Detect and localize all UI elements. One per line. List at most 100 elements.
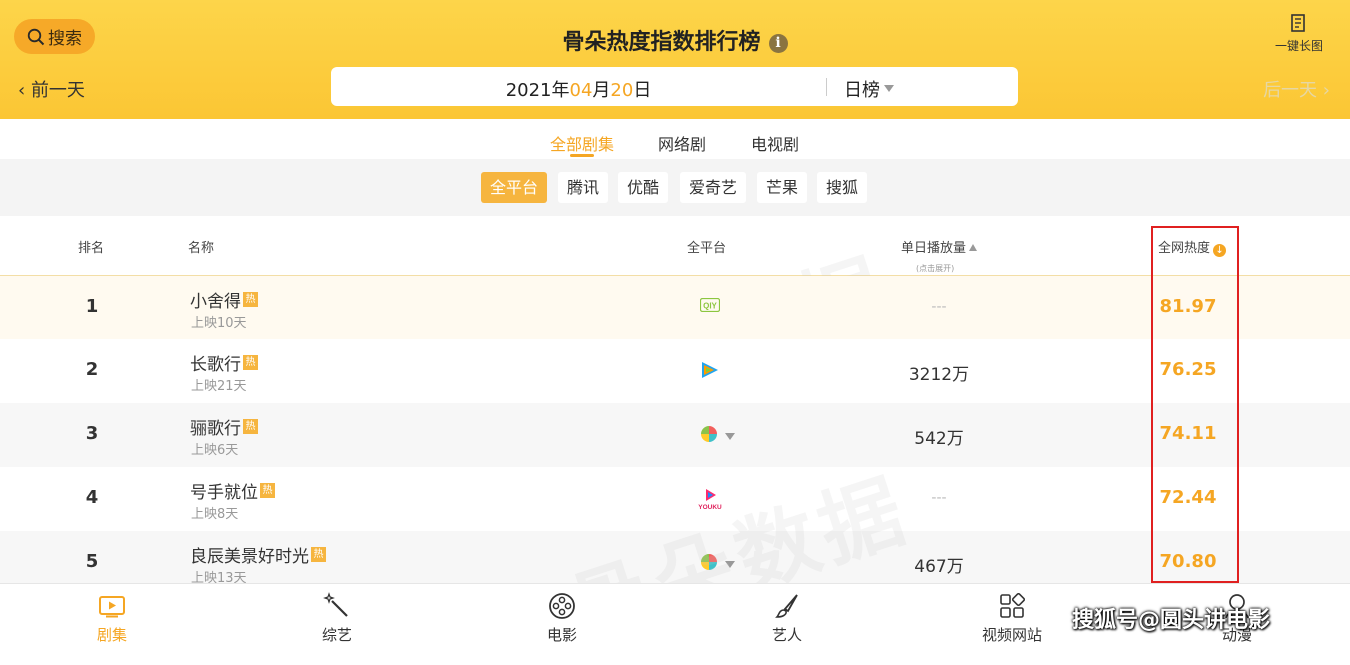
tab-web-series[interactable]: 网络剧 — [658, 131, 706, 155]
hot-badge: 热 — [243, 419, 258, 434]
table-header: 排名 名称 全平台 单日播放量 (点击展开) 全网热度 ↓ — [0, 216, 1350, 276]
show-name-text: 良辰美景好时光 — [190, 547, 309, 567]
active-tab-underline — [570, 154, 594, 157]
next-day-button[interactable]: 后一天 › — [1263, 76, 1330, 102]
magic-wand-icon — [323, 592, 348, 617]
hot-badge: 热 — [243, 292, 258, 307]
tv-play-icon — [99, 596, 125, 618]
date-month: 04 — [569, 80, 593, 101]
heat-column-highlight — [1151, 226, 1239, 583]
header-plays-label: 单日播放量 — [901, 241, 967, 256]
show-name-text: 小舍得 — [190, 292, 241, 312]
page-title-text: 骨朵热度指数排行榜 — [562, 30, 761, 55]
nav-artist-label: 艺人 — [771, 626, 802, 644]
tab-all-series[interactable]: 全部剧集 — [550, 131, 614, 155]
hot-badge: 热 — [260, 483, 275, 498]
date-month-unit: 月 — [592, 80, 611, 101]
multi-platform-logo-icon[interactable] — [700, 425, 718, 443]
youku-logo-icon: YOUKU — [698, 489, 722, 511]
show-name-text: 号手就位 — [190, 483, 258, 503]
daily-plays: 467万 — [914, 557, 964, 577]
header-name: 名称 — [188, 241, 215, 256]
date-year: 2021 — [505, 80, 552, 101]
date-display[interactable]: 2021年04月20日 — [331, 76, 826, 102]
nav-artist[interactable]: 艺人 — [742, 592, 832, 645]
iqiyi-logo-icon: QIY — [700, 298, 720, 312]
rank-number: 2 — [85, 359, 99, 380]
prev-day-label: 前一天 — [30, 80, 85, 101]
nav-variety-label: 综艺 — [321, 626, 352, 644]
table-row[interactable]: 3 骊歌行热 上映6天 542万 74.11 — [0, 403, 1350, 467]
sort-up-icon — [969, 244, 978, 251]
tab-tv-series[interactable]: 电视剧 — [751, 131, 799, 155]
daily-plays: 3212万 — [908, 365, 970, 385]
nav-variety[interactable]: 综艺 — [292, 592, 382, 645]
caret-down-icon[interactable] — [725, 433, 735, 440]
daily-plays: 542万 — [914, 429, 964, 449]
category-tabs: 全部剧集 网络剧 电视剧 — [0, 119, 1350, 159]
nav-anime-label: 动漫 — [1221, 626, 1252, 644]
next-day-label: 后一天 — [1263, 80, 1318, 101]
nav-movie-label: 电影 — [546, 626, 577, 644]
show-name-text: 长歌行 — [190, 355, 241, 375]
rank-type-label: 日榜 — [844, 80, 880, 101]
rank-number: 1 — [85, 296, 99, 317]
info-icon[interactable]: i — [768, 34, 788, 53]
platform-all[interactable]: 全平台 — [481, 172, 548, 203]
show-name[interactable]: 骊歌行热 — [190, 414, 258, 439]
date-divider — [826, 78, 827, 96]
show-name[interactable]: 号手就位热 — [190, 478, 275, 503]
long-image-button[interactable]: 一键长图 — [1270, 14, 1328, 54]
platform-mango[interactable]: 芒果 — [757, 172, 808, 203]
prev-day-button[interactable]: ‹ 前一天 — [18, 76, 85, 102]
header-bar: 搜索 骨朵热度指数排行榜 i 一键长图 ‹ 前一天 2021年04月20日 日榜 … — [0, 0, 1350, 119]
document-icon — [1291, 14, 1305, 32]
show-name[interactable]: 良辰美景好时光热 — [190, 542, 326, 567]
nav-anime[interactable]: 动漫 — [1192, 592, 1282, 645]
platform-iqiyi[interactable]: 爱奇艺 — [680, 172, 747, 203]
daily-plays: --- — [931, 299, 947, 315]
header-platform: 全平台 — [687, 241, 727, 256]
date-selector[interactable]: 2021年04月20日 日榜 — [331, 67, 1018, 106]
multi-platform-logo-icon[interactable] — [700, 553, 718, 571]
anime-avatar-icon — [1225, 594, 1249, 619]
film-reel-icon — [549, 593, 575, 619]
rank-type-dropdown[interactable]: 日榜 — [844, 76, 894, 102]
table-row[interactable]: 1 小舍得热 上映10天 QIY --- 81.97 — [0, 276, 1350, 340]
svg-text:QIY: QIY — [703, 302, 717, 311]
nav-movie[interactable]: 电影 — [517, 592, 607, 645]
show-name-text: 骊歌行 — [190, 419, 241, 439]
header-plays-hint: (点击展开) — [916, 264, 955, 273]
hot-badge: 热 — [311, 547, 326, 562]
date-year-unit: 年 — [551, 80, 570, 101]
rank-number: 5 — [85, 551, 99, 572]
grid-apps-icon — [1000, 593, 1025, 618]
daily-plays: --- — [931, 490, 947, 506]
page-title: 骨朵热度指数排行榜 i — [0, 24, 1350, 56]
platform-sohu[interactable]: 搜狐 — [817, 172, 868, 203]
nav-series[interactable]: 剧集 — [67, 592, 157, 645]
platform-tencent[interactable]: 腾讯 — [558, 172, 609, 203]
hot-badge: 热 — [243, 355, 258, 370]
svg-text:YOUKU: YOUKU — [698, 504, 722, 511]
table-row[interactable]: 4 号手就位热 上映8天 YOUKU --- 72.44 — [0, 467, 1350, 531]
chevron-right-icon: › — [1322, 80, 1330, 101]
header-plays[interactable]: 单日播放量 — [901, 237, 978, 256]
rank-number: 3 — [85, 423, 99, 444]
platform-youku[interactable]: 优酷 — [618, 172, 669, 203]
show-name[interactable]: 小舍得热 — [190, 287, 258, 312]
days-on-air: 上映6天 — [191, 443, 239, 458]
days-on-air: 上映8天 — [191, 507, 239, 522]
chevron-left-icon: ‹ — [18, 80, 26, 101]
nav-video-sites[interactable]: 视频网站 — [967, 592, 1057, 645]
caret-down-icon[interactable] — [725, 561, 735, 568]
show-name[interactable]: 长歌行热 — [190, 350, 258, 375]
table-row[interactable]: 2 长歌行热 上映21天 3212万 76.25 — [0, 339, 1350, 403]
nav-video-sites-label: 视频网站 — [981, 626, 1042, 644]
header-rank: 排名 — [78, 241, 105, 256]
platform-filter: 全平台 腾讯 优酷 爱奇艺 芒果 搜狐 — [0, 159, 1350, 216]
days-on-air: 上映10天 — [191, 316, 247, 331]
date-day: 20 — [610, 80, 634, 101]
long-image-label: 一键长图 — [1274, 39, 1323, 53]
tencent-video-logo-icon — [702, 362, 718, 378]
